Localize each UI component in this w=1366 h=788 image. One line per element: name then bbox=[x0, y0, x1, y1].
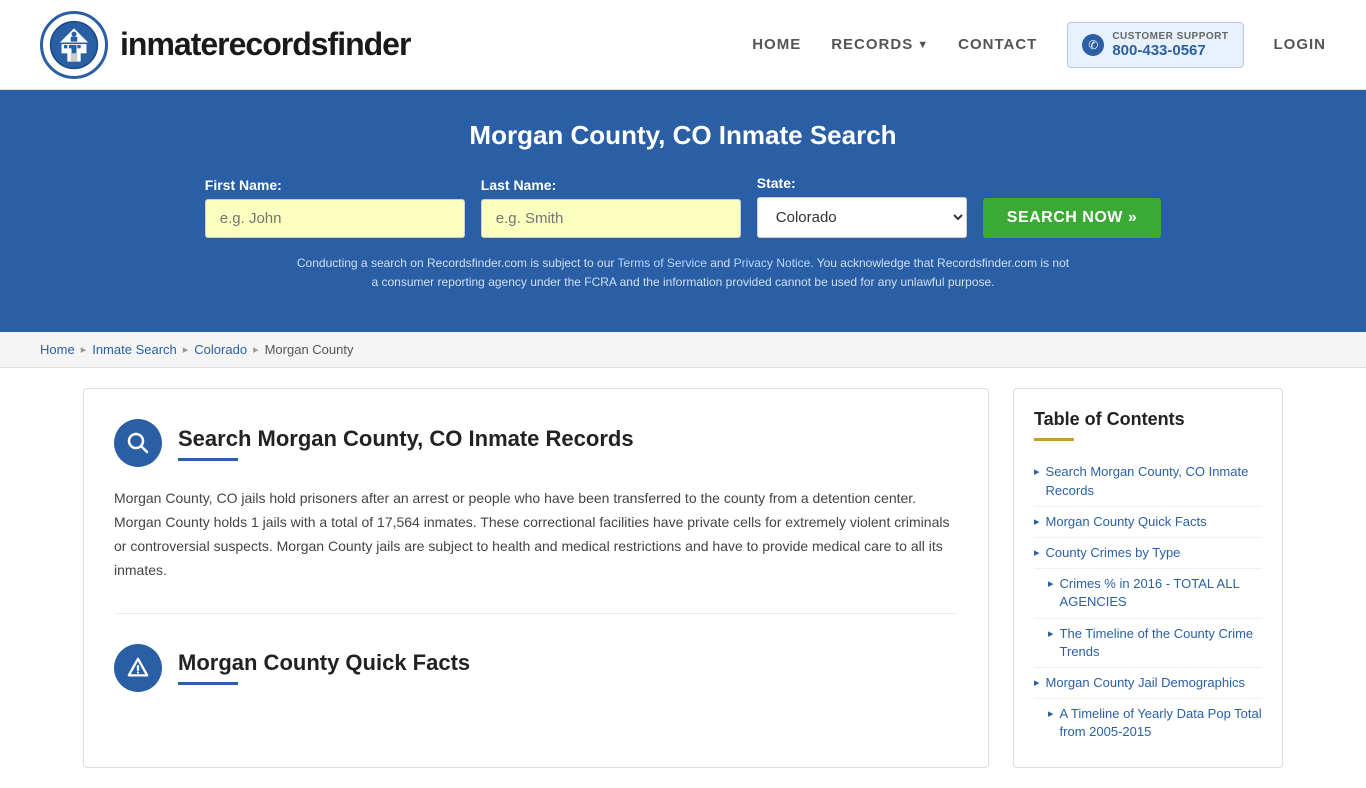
section-title-block-2: Morgan County Quick Facts bbox=[178, 650, 470, 685]
search-button[interactable]: SEARCH NOW » bbox=[983, 198, 1161, 238]
chevron-icon-1: ▸ bbox=[1034, 465, 1040, 478]
last-name-group: Last Name: bbox=[481, 177, 741, 238]
site-header: inmaterecordsfinder HOME RECORDS ▼ CONTA… bbox=[0, 0, 1366, 90]
chevron-icon-4: ▸ bbox=[1048, 577, 1054, 590]
toc-underline bbox=[1034, 438, 1074, 441]
toc-link-7[interactable]: A Timeline of Yearly Data Pop Total from… bbox=[1060, 705, 1262, 741]
last-name-label: Last Name: bbox=[481, 177, 556, 193]
main-container: Search Morgan County, CO Inmate Records … bbox=[43, 388, 1323, 768]
breadcrumb-sep-2: ▸ bbox=[183, 343, 189, 356]
chevron-icon-2: ▸ bbox=[1034, 515, 1040, 528]
toc-link-2[interactable]: Morgan County Quick Facts bbox=[1046, 513, 1207, 531]
first-name-input[interactable] bbox=[205, 199, 465, 238]
tos-link[interactable]: Terms of Service bbox=[618, 256, 707, 270]
search-section-icon bbox=[114, 419, 162, 467]
first-name-group: First Name: bbox=[205, 177, 465, 238]
toc-item-1[interactable]: ▸ Search Morgan County, CO Inmate Record… bbox=[1034, 457, 1262, 506]
phone-icon: ✆ bbox=[1082, 34, 1104, 56]
toc-link-3[interactable]: County Crimes by Type bbox=[1046, 544, 1181, 562]
section-title-underline-1 bbox=[178, 458, 238, 461]
breadcrumb-inmate-search[interactable]: Inmate Search bbox=[92, 342, 177, 357]
customer-support-label: CUSTOMER SUPPORT bbox=[1112, 31, 1228, 42]
search-form: First Name: Last Name: State: Colorado A… bbox=[40, 175, 1326, 238]
toc-box: Table of Contents ▸ Search Morgan County… bbox=[1013, 388, 1283, 768]
logo-text: inmaterecordsfinder bbox=[120, 26, 410, 63]
toc-link-6[interactable]: Morgan County Jail Demographics bbox=[1046, 674, 1245, 692]
customer-support-info: CUSTOMER SUPPORT 800-433-0567 bbox=[1112, 31, 1228, 59]
chevron-down-icon: ▼ bbox=[917, 39, 928, 51]
state-select[interactable]: Colorado Alabama Alaska Arizona Californ… bbox=[757, 197, 967, 238]
quick-facts-section: Morgan County Quick Facts bbox=[114, 644, 958, 692]
nav-home[interactable]: HOME bbox=[752, 36, 801, 53]
breadcrumb: Home ▸ Inmate Search ▸ Colorado ▸ Morgan… bbox=[0, 332, 1366, 368]
privacy-link[interactable]: Privacy Notice bbox=[734, 256, 811, 270]
content-area: Search Morgan County, CO Inmate Records … bbox=[83, 388, 989, 768]
toc-item-4[interactable]: ▸ Crimes % in 2016 - TOTAL ALL AGENCIES bbox=[1034, 569, 1262, 618]
breadcrumb-current: Morgan County bbox=[265, 342, 354, 357]
section-title-2: Morgan County Quick Facts bbox=[178, 650, 470, 676]
main-nav: HOME RECORDS ▼ CONTACT ✆ CUSTOMER SUPPOR… bbox=[752, 22, 1326, 68]
toc-item-6[interactable]: ▸ Morgan County Jail Demographics bbox=[1034, 668, 1262, 699]
nav-login[interactable]: LOGIN bbox=[1274, 36, 1327, 53]
sidebar: Table of Contents ▸ Search Morgan County… bbox=[1013, 388, 1283, 768]
state-label: State: bbox=[757, 175, 796, 191]
section-title-1: Search Morgan County, CO Inmate Records bbox=[178, 426, 634, 452]
section-title-underline-2 bbox=[178, 682, 238, 685]
section-body-1: Morgan County, CO jails hold prisoners a… bbox=[114, 487, 958, 582]
chevron-icon-5: ▸ bbox=[1048, 627, 1054, 640]
nav-contact[interactable]: CONTACT bbox=[958, 36, 1037, 53]
first-name-label: First Name: bbox=[205, 177, 282, 193]
section-title-block-1: Search Morgan County, CO Inmate Records bbox=[178, 426, 634, 461]
section-header-1: Search Morgan County, CO Inmate Records bbox=[114, 419, 958, 467]
section-header-2: Morgan County Quick Facts bbox=[114, 644, 958, 692]
breadcrumb-colorado[interactable]: Colorado bbox=[194, 342, 247, 357]
last-name-input[interactable] bbox=[481, 199, 741, 238]
chevron-icon-7: ▸ bbox=[1048, 707, 1054, 720]
breadcrumb-sep-3: ▸ bbox=[253, 343, 259, 356]
logo-icon bbox=[40, 11, 108, 79]
toc-item-3[interactable]: ▸ County Crimes by Type bbox=[1034, 538, 1262, 569]
chevron-icon-6: ▸ bbox=[1034, 676, 1040, 689]
toc-item-2[interactable]: ▸ Morgan County Quick Facts bbox=[1034, 507, 1262, 538]
nav-records-wrapper[interactable]: RECORDS ▼ bbox=[831, 36, 928, 53]
toc-link-5[interactable]: The Timeline of the County Crime Trends bbox=[1060, 625, 1262, 661]
customer-support-number: 800-433-0567 bbox=[1112, 42, 1228, 59]
state-group: State: Colorado Alabama Alaska Arizona C… bbox=[757, 175, 967, 238]
hero-section: Morgan County, CO Inmate Search First Na… bbox=[0, 90, 1366, 332]
customer-support-box: ✆ CUSTOMER SUPPORT 800-433-0567 bbox=[1067, 22, 1243, 68]
breadcrumb-sep-1: ▸ bbox=[81, 343, 87, 356]
hero-title: Morgan County, CO Inmate Search bbox=[40, 120, 1326, 151]
toc-item-5[interactable]: ▸ The Timeline of the County Crime Trend… bbox=[1034, 619, 1262, 668]
logo-area: inmaterecordsfinder bbox=[40, 11, 410, 79]
toc-item-7[interactable]: ▸ A Timeline of Yearly Data Pop Total fr… bbox=[1034, 699, 1262, 747]
nav-records[interactable]: RECORDS bbox=[831, 36, 913, 53]
toc-title: Table of Contents bbox=[1034, 409, 1262, 430]
quick-facts-section-icon bbox=[114, 644, 162, 692]
toc-link-4[interactable]: Crimes % in 2016 - TOTAL ALL AGENCIES bbox=[1060, 575, 1262, 611]
section-divider bbox=[114, 613, 958, 614]
hero-disclaimer: Conducting a search on Recordsfinder.com… bbox=[293, 254, 1073, 292]
inmate-records-section: Search Morgan County, CO Inmate Records … bbox=[114, 419, 958, 582]
chevron-icon-3: ▸ bbox=[1034, 546, 1040, 559]
breadcrumb-home[interactable]: Home bbox=[40, 342, 75, 357]
toc-link-1[interactable]: Search Morgan County, CO Inmate Records bbox=[1046, 463, 1262, 499]
